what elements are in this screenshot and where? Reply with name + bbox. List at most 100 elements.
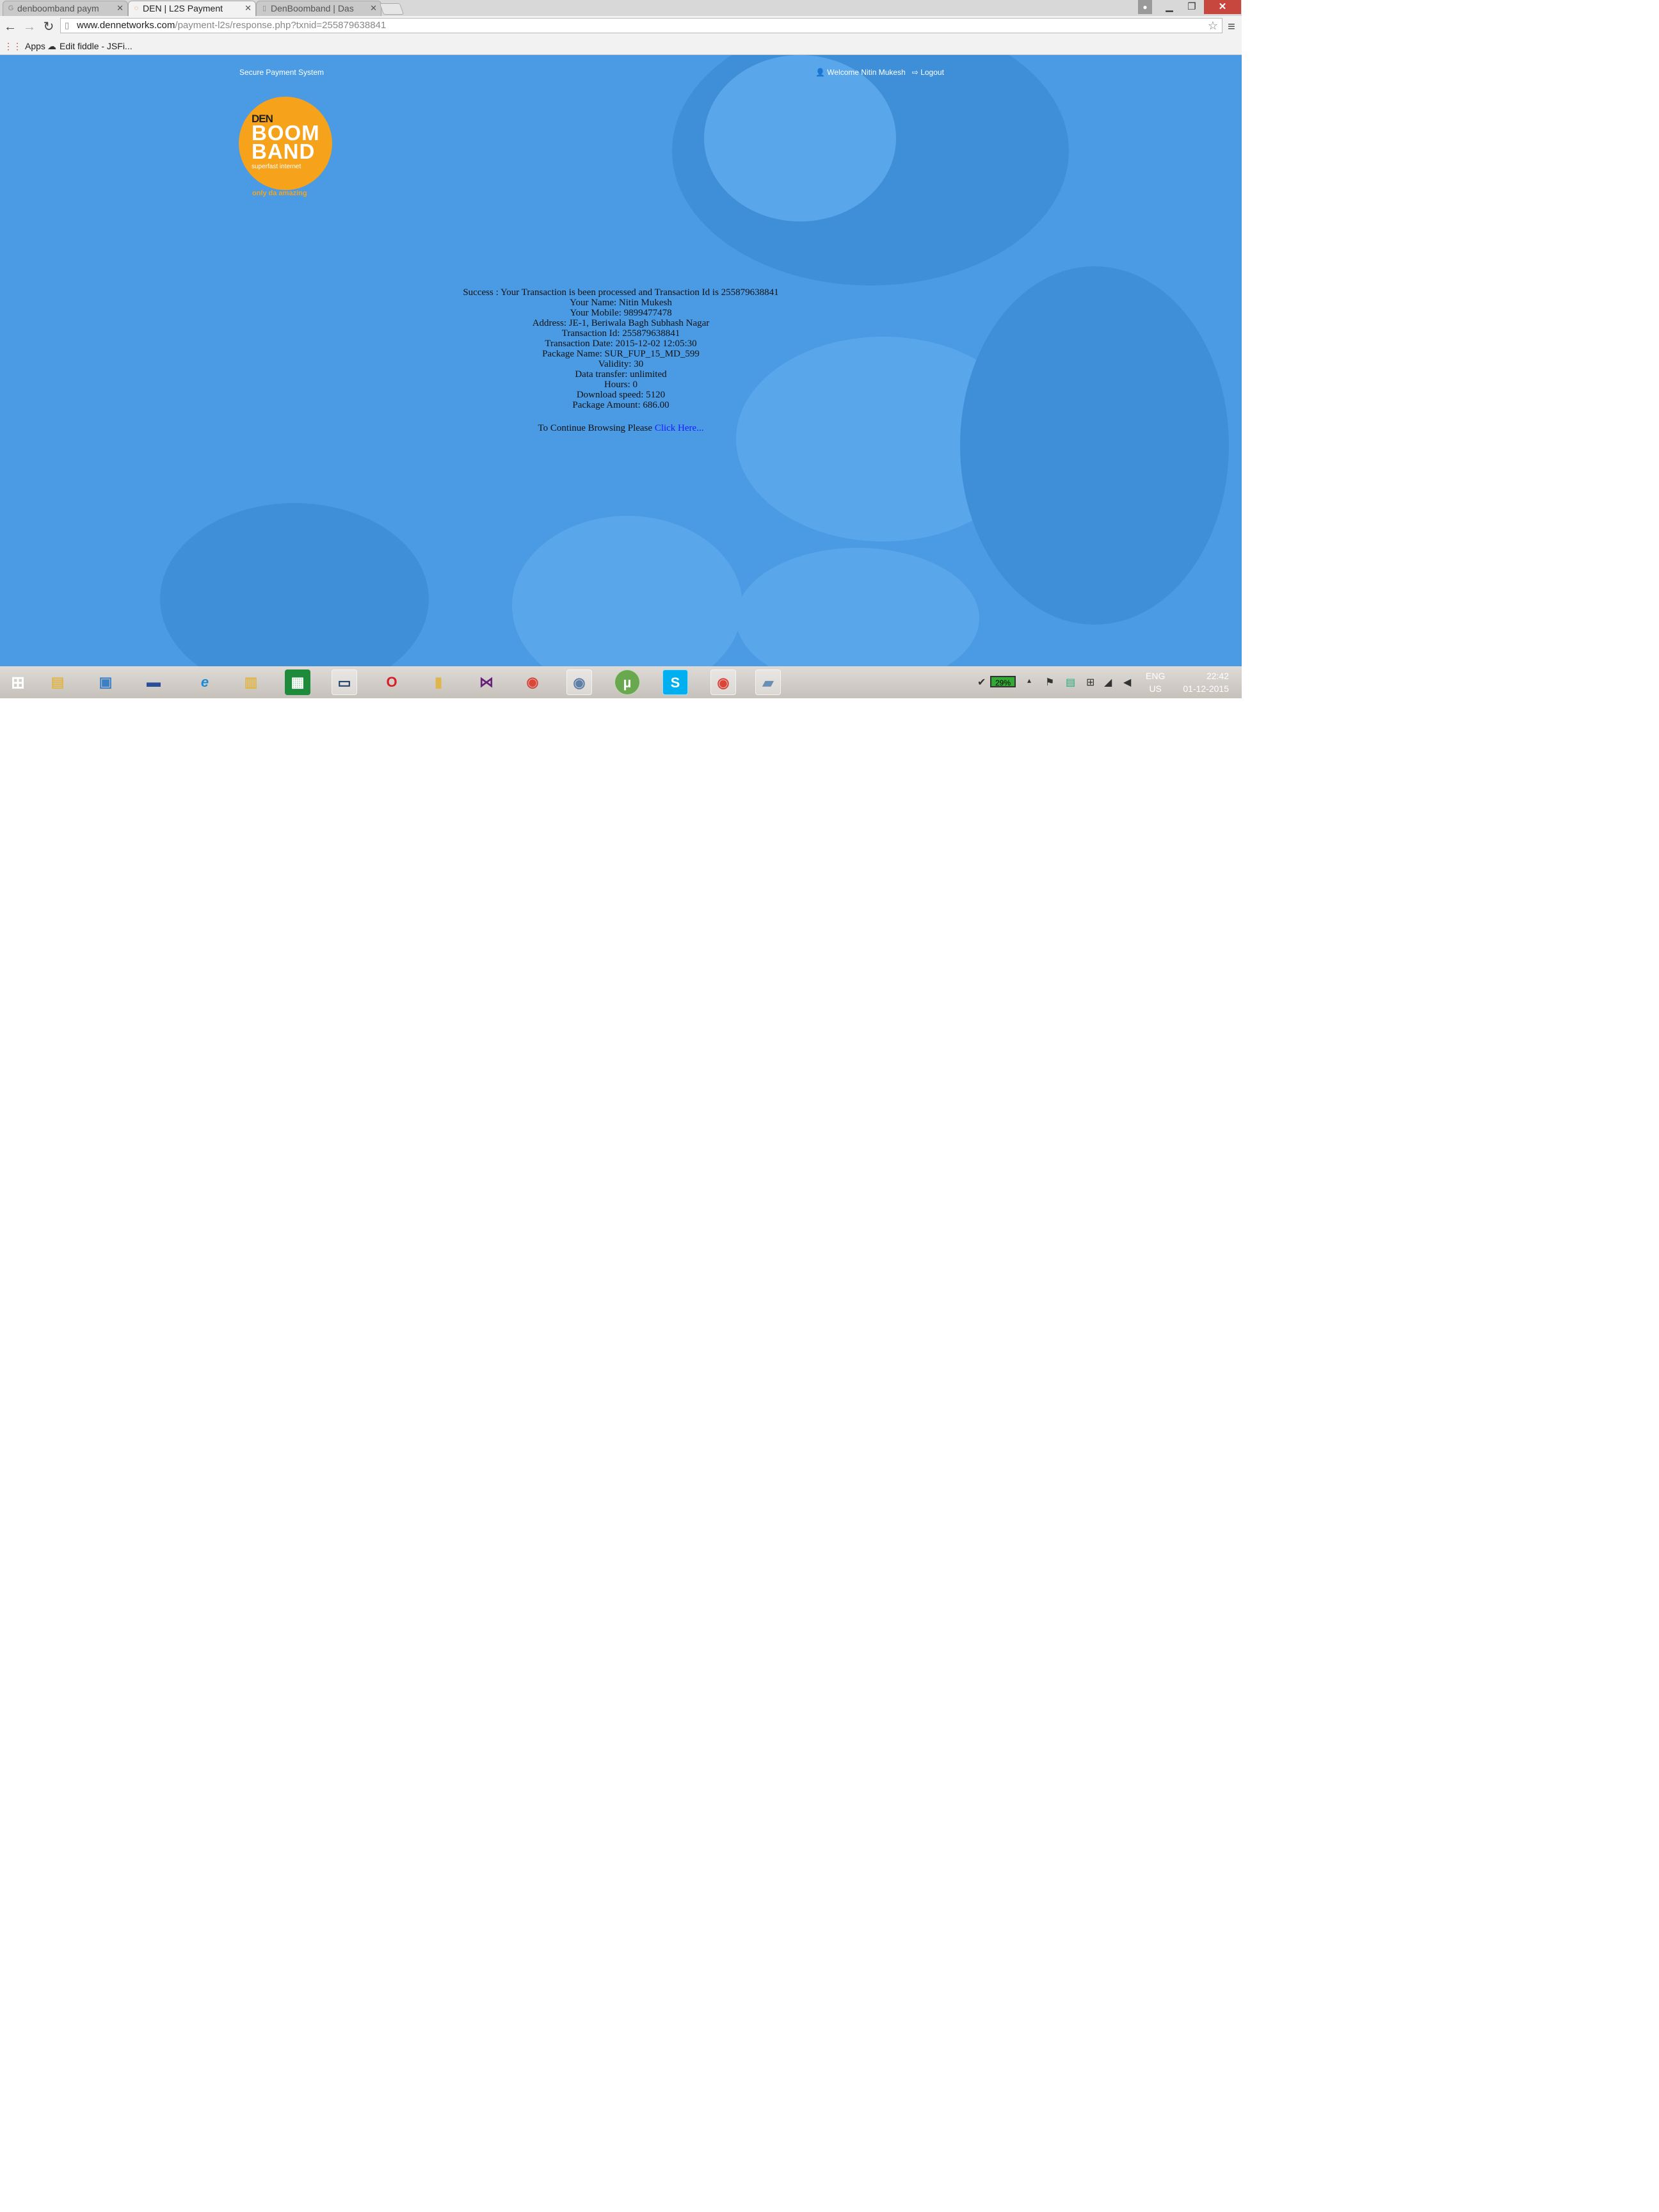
browser-toolbar: ← → ↻ ▯ www.dennetworks.com/payment-l2s/… [0,16,1242,38]
show-hidden-icons[interactable]: ▴ [1027,676,1031,685]
customer-mobile: Your Mobile: 9899477478 [570,308,672,318]
logout-icon: ⇨ [911,68,918,77]
customer-name: Your Name: Nitin Mukesh [570,298,672,308]
minimize-button[interactable]: ▁ [1158,0,1180,14]
close-tab-icon[interactable]: ✕ [244,1,252,15]
transaction-message: Success : Your Transaction is been proce… [0,287,1242,433]
windows-taskbar: ⊞ ▤ ▣ ▬ e ▥ ▦ ▭ O ▮ ⋈ ◉ ◉ µ S ◉ ▰ ✔ 29% … [0,666,1242,698]
hours: Hours: 0 [604,380,638,390]
clock-date: 01-12-2015 [1183,684,1229,694]
action-center-icon[interactable]: ⚑ [1045,676,1054,689]
secure-payment-label: Secure Payment System [239,68,325,77]
loading-icon: ◌ [134,4,139,12]
close-window-button[interactable]: ✕ [1204,0,1241,14]
tab-google-search[interactable]: G denboomband paym ✕ [3,1,128,16]
data-transfer: Data transfer: unlimited [575,369,667,380]
close-tab-icon[interactable]: ✕ [370,1,377,15]
clock-time: 22:42 [1206,671,1229,681]
chrome-icon[interactable]: ◉ [520,669,545,695]
continue-prefix: To Continue Browsing Please [538,423,655,433]
tab-label: DenBoomband | Das [271,3,354,13]
url-host: www.dennetworks.com [77,20,175,31]
welcome-text: Welcome Nitin Mukesh [827,68,906,77]
input-language[interactable]: ENG US [1146,669,1165,695]
customer-address: Address: JE-1, Beriwala Bagh Subhash Nag… [532,318,710,328]
page-icon: ▯ [262,4,267,12]
screen: G denboomband paym ✕ ◌ DEN | L2S Payment… [0,0,1242,698]
wifi-signal-icon[interactable]: ◢ [1104,676,1112,689]
logo-band-text: BAND [252,140,316,163]
volume-icon[interactable]: ◀ [1123,676,1131,689]
package-name: Package Name: SUR_FUP_15_MD_599 [542,349,700,359]
background-face-shape [736,548,979,666]
file-explorer-icon[interactable]: ▤ [45,669,70,695]
chrome-menu-icon[interactable]: ≡ [1224,19,1239,35]
region-code: US [1149,684,1162,694]
page-icon: ▯ [65,20,70,30]
jsfiddle-icon: ☁ [47,41,56,51]
forward-button[interactable]: → [22,19,37,35]
chrome-icon[interactable]: ◉ [710,669,736,695]
tab-label: DEN | L2S Payment [143,3,223,13]
background-face-shape [704,55,896,221]
validity: Validity: 30 [598,359,644,369]
logo-subtitle: superfast internet [252,163,301,170]
apps-grid-icon: ⋮⋮ [4,41,22,51]
calculator-icon[interactable]: ▰ [755,669,781,695]
bookmark-label: Edit fiddle - JSFi... [60,41,132,51]
tab-den-payment[interactable]: ◌ DEN | L2S Payment ✕ [128,1,256,16]
transaction-date: Transaction Date: 2015-12-02 12:05:30 [545,339,697,349]
tab-strip: G denboomband paym ✕ ◌ DEN | L2S Payment… [0,0,1242,16]
new-tab-button[interactable] [379,3,405,15]
logout-link[interactable]: Logout [920,68,944,77]
security-shield-icon[interactable]: ✔ [977,676,986,689]
background-hair-shape [160,503,429,666]
den-boomband-logo: DEN BOOM BAND superfast internet [239,97,332,190]
close-tab-icon[interactable]: ✕ [116,1,124,15]
windows-flag-icon[interactable]: ⊞ [1086,676,1094,689]
internet-explorer-icon[interactable]: e [192,669,218,695]
google-icon: G [8,4,14,12]
url-path: /payment-l2s/response.php?txnid=25587963… [175,20,387,31]
utorrent-icon[interactable]: µ [614,669,640,695]
reload-button[interactable]: ↻ [41,19,56,35]
language-code: ENG [1146,671,1166,681]
network-icon[interactable]: ▤ [1066,676,1075,689]
chrome-canary-icon[interactable]: ◉ [566,669,592,695]
page-content: Secure Payment System 👤 Welcome Nitin Mu… [0,55,1242,666]
restore-button[interactable]: ❐ [1181,0,1203,14]
visual-studio-icon[interactable]: ⋈ [474,669,499,695]
logo-tagline: only da amazing [252,189,307,197]
bookmarks-bar: ⋮⋮ Apps ☁ Edit fiddle - JSFi... [0,38,1242,55]
system-tray: ✔ 29% ▴ ⚑ ▤ ⊞ ◢ ◀ ENG US 22:42 01-12-201… [976,666,1242,698]
store-icon[interactable]: ▦ [285,669,310,695]
remote-desktop-icon[interactable]: ▣ [93,669,118,695]
success-line: Success : Your Transaction is been proce… [463,287,779,298]
tab-denboomband-dashboard[interactable]: ▯ DenBoomband | Das ✕ [256,1,381,16]
tab-label: denboomband paym [17,3,99,13]
notes-icon[interactable]: ▮ [426,669,451,695]
computer-icon[interactable]: ▬ [141,669,166,695]
user-welcome: 👤 Welcome Nitin Mukesh ⇨ Logout [815,68,944,77]
skype-icon[interactable]: S [662,669,688,695]
bookmark-jsfiddle[interactable]: ☁ Edit fiddle - JSFi... [47,40,132,52]
opera-icon[interactable]: O [379,669,405,695]
bookmark-apps[interactable]: ⋮⋮ Apps [4,40,45,52]
continue-browsing: To Continue Browsing Please Click Here..… [0,423,1242,433]
package-amount: Package Amount: 686.00 [572,400,669,410]
system-clock[interactable]: 22:42 01-12-2015 [1178,669,1229,695]
bookmark-star-icon[interactable]: ☆ [1208,19,1218,33]
download-speed: Download speed: 5120 [576,390,666,400]
start-icon[interactable]: ⊞ [5,669,31,695]
monitor-icon[interactable]: ▭ [332,669,357,695]
libraries-icon[interactable]: ▥ [238,669,264,695]
transaction-id: Transaction Id: 255879638841 [561,328,680,339]
url-text: www.dennetworks.com/payment-l2s/response… [77,19,386,33]
battery-indicator[interactable]: 29% [990,676,1016,687]
user-profile-icon[interactable]: ● [1138,0,1152,14]
back-button[interactable]: ← [3,19,18,35]
address-bar[interactable]: ▯ www.dennetworks.com/payment-l2s/respon… [60,18,1222,33]
user-icon: 👤 [815,68,825,77]
click-here-link[interactable]: Click Here... [655,423,704,433]
